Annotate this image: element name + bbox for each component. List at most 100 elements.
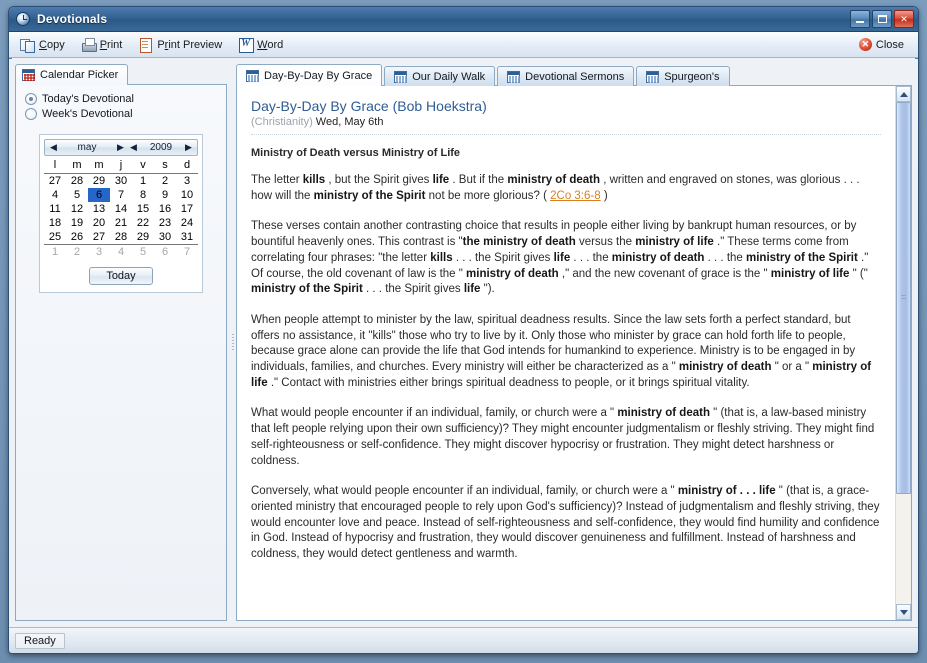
month-selector[interactable]: may [60, 142, 114, 153]
document-date: Wed, May 6th [315, 116, 384, 128]
calendar-day[interactable]: 1 [132, 174, 154, 189]
vertical-scrollbar[interactable] [895, 86, 911, 620]
calendar-day[interactable]: 27 [44, 174, 66, 189]
emphasis-text: ministry of the Spirit [313, 189, 426, 202]
calendar-navigation: ◀ may ▶ ◀ 2009 ▶ [44, 139, 198, 156]
calendar-day[interactable]: 5 [66, 188, 88, 202]
calendar-day[interactable]: 9 [154, 188, 176, 202]
paragraph: The letter kills , but the Spirit gives … [251, 173, 881, 204]
calendar-day[interactable]: 19 [66, 216, 88, 230]
tab-spurgeon-s[interactable]: Spurgeon's [636, 66, 730, 86]
calendar-day[interactable]: 7 [110, 188, 132, 202]
calendar-day[interactable]: 15 [132, 202, 154, 216]
prev-year-button[interactable]: ◀ [127, 143, 140, 152]
tab-our-daily-walk[interactable]: Our Daily Walk [384, 66, 496, 86]
today-button[interactable]: Today [89, 267, 153, 285]
copy-label: Copy [39, 38, 65, 51]
calendar-day-header: l [44, 159, 66, 174]
calendar-day[interactable]: 29 [88, 174, 110, 189]
close-button[interactable]: ✕ Close [855, 34, 912, 55]
print-button[interactable]: Print [76, 34, 132, 56]
toolbar: Copy Print Print Preview Word ✕ Close [9, 32, 918, 58]
calendar-day[interactable]: 14 [110, 202, 132, 216]
radio-weeks-devotional[interactable]: Week's Devotional [25, 108, 218, 120]
tab-day-by-day-by-grace[interactable]: Day-By-Day By Grace [236, 64, 383, 86]
close-window-button[interactable]: ✕ [894, 10, 914, 28]
radio-todays-devotional[interactable]: Today's Devotional [25, 93, 218, 105]
calendar-day[interactable]: 6 [154, 244, 176, 259]
calendar-body: 27 28 29 30 1 2 3 4 5 6 7 8 9 10 11 12 13 14 15 16 17 18 19 20 2… [44, 174, 198, 259]
calendar-day[interactable]: 28 [66, 174, 88, 189]
emphasis-text: kills [302, 174, 326, 186]
document-paragraphs: The letter kills , but the Spirit gives … [251, 173, 881, 563]
calendar-day[interactable]: 8 [132, 188, 154, 202]
emphasis-text: ministry of the Spirit [251, 283, 363, 296]
calendar-day[interactable]: 3 [88, 244, 110, 259]
calendar-day[interactable]: 2 [154, 174, 176, 189]
word-button[interactable]: Word [233, 34, 292, 56]
calendar-day[interactable]: 31 [176, 230, 198, 245]
calendar-day[interactable]: 17 [176, 202, 198, 216]
paragraph: When people attempt to minister by the l… [251, 313, 881, 392]
word-icon [238, 37, 255, 53]
calendar-day[interactable]: 5 [132, 244, 154, 259]
year-selector[interactable]: 2009 [140, 142, 182, 153]
calendar-week-row: 18 19 20 21 22 23 24 [44, 216, 198, 230]
next-year-button[interactable]: ▶ [182, 143, 195, 152]
document-tab-strip: Day-By-Day By Grace Our Daily Walk Devotio… [236, 64, 912, 86]
calendar-day[interactable]: 21 [110, 216, 132, 230]
body-text: " or a " [771, 361, 813, 374]
calendar-day[interactable]: 20 [88, 216, 110, 230]
calendar-day[interactable]: 13 [88, 202, 110, 216]
emphasis-text: life [463, 283, 481, 296]
status-bar: Ready [9, 627, 918, 653]
calendar-day[interactable]: 1 [44, 244, 66, 259]
scroll-down-button[interactable] [896, 604, 911, 620]
calendar-widget: ◀ may ▶ ◀ 2009 ▶ lmmjvsd 27 28 29 30 1 2 3 4 5 6 7… [39, 134, 203, 293]
calendar-icon [507, 70, 521, 83]
calendar-day[interactable]: 23 [154, 216, 176, 230]
document-area: Day-By-Day By Grace (Bob Hoekstra) (Chri… [236, 85, 912, 621]
clock-icon [16, 12, 30, 26]
calendar-day[interactable]: 30 [154, 230, 176, 245]
copy-button[interactable]: Copy [15, 34, 74, 56]
calendar-day[interactable]: 22 [132, 216, 154, 230]
window-title: Devotionals [37, 12, 108, 26]
next-month-button[interactable]: ▶ [114, 143, 127, 152]
calendar-day[interactable]: 29 [132, 230, 154, 245]
calendar-day[interactable]: 11 [44, 202, 66, 216]
print-preview-button[interactable]: Print Preview [133, 34, 231, 56]
title-bar: Devotionals ✕ [9, 7, 918, 32]
calendar-day[interactable]: 28 [110, 230, 132, 245]
calendar-day[interactable]: 25 [44, 230, 66, 245]
calendar-day-selected[interactable]: 6 [88, 188, 110, 202]
scrollbar-track[interactable] [896, 102, 911, 604]
scripture-reference-link[interactable]: 2Co 3:6-8 [550, 190, 601, 202]
calendar-day[interactable]: 24 [176, 216, 198, 230]
tab-calendar-picker[interactable]: Calendar Picker [15, 64, 129, 85]
radio-indicator-selected [25, 93, 37, 105]
calendar-day[interactable]: 26 [66, 230, 88, 245]
calendar-day[interactable]: 18 [44, 216, 66, 230]
calendar-day[interactable]: 4 [110, 244, 132, 259]
calendar-day[interactable]: 30 [110, 174, 132, 189]
calendar-day[interactable]: 4 [44, 188, 66, 202]
chevron-up-icon [899, 91, 908, 97]
divider [251, 134, 881, 135]
calendar-icon [22, 69, 35, 81]
prev-month-button[interactable]: ◀ [47, 143, 60, 152]
scroll-up-button[interactable] [896, 86, 911, 102]
calendar-day[interactable]: 16 [154, 202, 176, 216]
tab-label: Spurgeon's [664, 70, 720, 83]
pane-splitter[interactable] [231, 59, 236, 627]
calendar-day[interactable]: 10 [176, 188, 198, 202]
calendar-day[interactable]: 3 [176, 174, 198, 189]
maximize-button[interactable] [872, 10, 892, 28]
calendar-day[interactable]: 2 [66, 244, 88, 259]
calendar-day[interactable]: 7 [176, 244, 198, 259]
calendar-day[interactable]: 12 [66, 202, 88, 216]
calendar-day[interactable]: 27 [88, 230, 110, 245]
scrollbar-thumb[interactable] [896, 102, 911, 494]
minimize-button[interactable] [850, 10, 870, 28]
tab-devotional-sermons[interactable]: Devotional Sermons [497, 66, 635, 86]
